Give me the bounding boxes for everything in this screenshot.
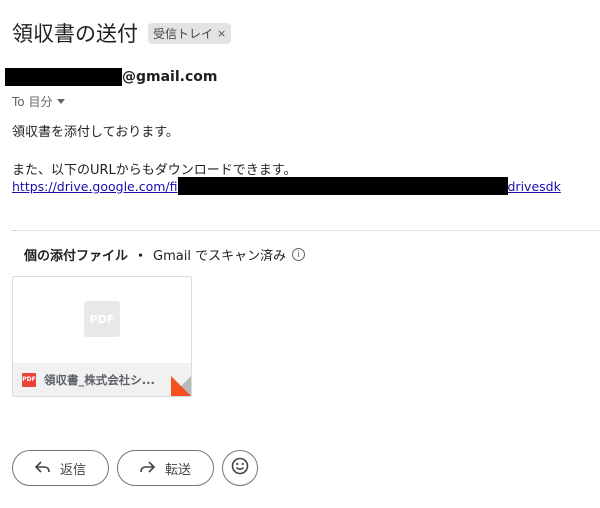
- remove-label-icon[interactable]: ×: [217, 27, 226, 40]
- sender-domain[interactable]: @gmail.com: [122, 69, 217, 85]
- email-subject: 領収書の送付: [12, 22, 138, 46]
- forward-label: 転送: [165, 462, 192, 478]
- recipient-row[interactable]: To 目分: [12, 93, 66, 110]
- attachment-preview[interactable]: PDF: [13, 277, 191, 363]
- sender-redaction: [5, 68, 122, 86]
- separator-dot: ・: [134, 249, 148, 264]
- inbox-label-chip: 受信トレイ ×: [148, 22, 232, 44]
- reply-label: 返信: [60, 462, 87, 478]
- emoji-reaction-button[interactable]: [222, 450, 259, 486]
- attachments-header: 個の添付ファイル ・ Gmail でスキャン済み i: [24, 245, 306, 264]
- drive-link-suffix[interactable]: drivesdk: [508, 179, 561, 194]
- recipient-text: To 目分: [12, 95, 53, 109]
- body-line-2: また、以下のURLからもダウンロードできます。: [12, 163, 297, 178]
- body-line-1: 領収書を添付しております。: [12, 125, 179, 140]
- reply-icon: [34, 459, 50, 477]
- chevron-down-icon[interactable]: [57, 99, 66, 104]
- link-redaction: [177, 177, 508, 195]
- pdf-fold-accent-icon: [171, 376, 191, 396]
- action-bar: 返信 転送: [12, 450, 259, 486]
- forward-button[interactable]: 転送: [117, 450, 215, 486]
- scan-status: Gmail でスキャン済み: [153, 249, 287, 264]
- drive-link-row[interactable]: https://drive.google.com/fi drivesdk: [12, 177, 561, 195]
- attachments-title: 個の添付ファイル: [24, 249, 129, 264]
- drive-link-prefix[interactable]: https://drive.google.com/fi: [12, 179, 178, 194]
- sender-row: @gmail.com: [5, 68, 217, 86]
- reply-button[interactable]: 返信: [12, 450, 110, 486]
- pdf-icon: PDF: [22, 372, 36, 387]
- forward-icon: [140, 459, 156, 477]
- divider: [12, 230, 600, 231]
- attachment-card[interactable]: PDF PDF 領収書_株式会社シ...: [12, 276, 192, 397]
- inbox-label-text: 受信トレイ: [153, 26, 214, 41]
- pdf-preview-icon: PDF: [84, 301, 120, 337]
- info-icon[interactable]: i: [292, 248, 306, 261]
- attachment-footer[interactable]: PDF 領収書_株式会社シ...: [13, 363, 191, 396]
- attachment-filename: 領収書_株式会社シ...: [44, 372, 155, 387]
- subject-row: 領収書の送付 受信トレイ ×: [12, 18, 232, 48]
- emoji-icon: [231, 457, 249, 480]
